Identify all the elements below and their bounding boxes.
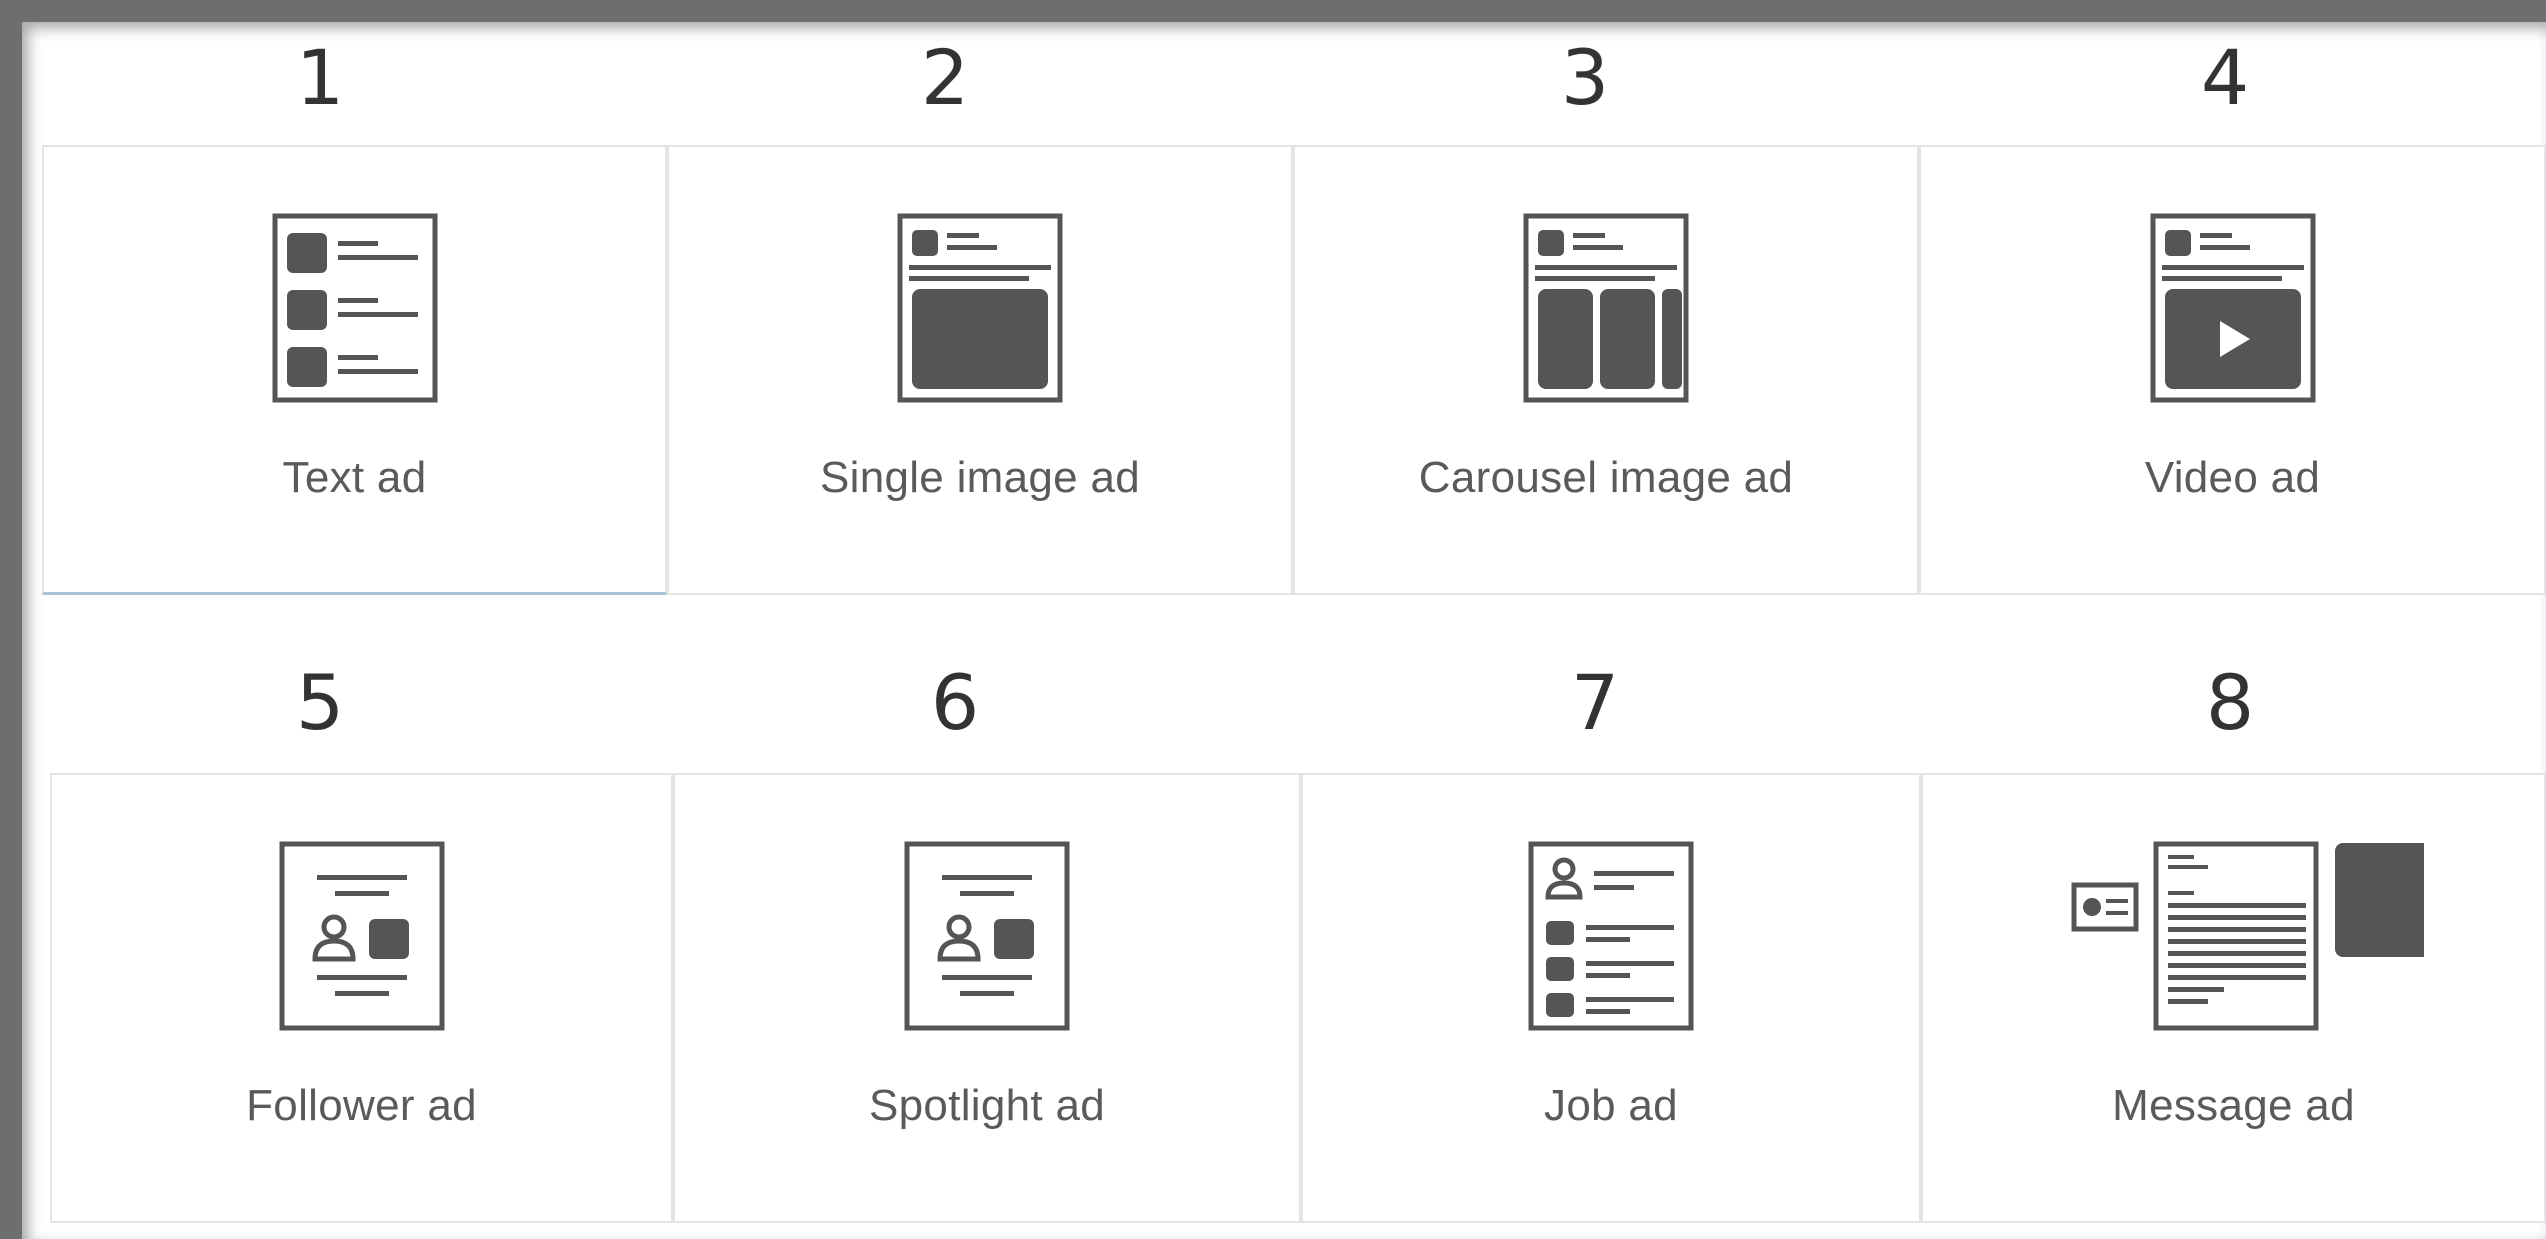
spotlight-ad-label: Spotlight ad <box>869 1081 1105 1130</box>
job-ad-option[interactable]: Job ad <box>1301 773 1921 1223</box>
follower-ad-icon <box>279 841 444 1031</box>
single-image-ad-icon <box>897 213 1063 403</box>
job-ad-icon <box>1528 841 1694 1031</box>
text-ad-label: Text ad <box>282 453 427 502</box>
follower-ad-label: Follower ad <box>246 1081 477 1130</box>
ad-number-5: 5 <box>295 658 345 747</box>
ad-number-4: 4 <box>2200 33 2250 122</box>
ad-number-1: 1 <box>295 33 345 122</box>
message-ad-label: Message ad <box>2112 1081 2355 1130</box>
follower-ad-option[interactable]: Follower ad <box>50 773 673 1223</box>
text-ad-option[interactable]: Text ad <box>42 145 667 595</box>
message-ad-option[interactable]: Message ad <box>1921 773 2546 1223</box>
ad-number-6: 6 <box>930 658 980 747</box>
ad-number-8: 8 <box>2205 658 2255 747</box>
single-image-ad-label: Single image ad <box>819 453 1141 502</box>
spotlight-ad-icon <box>904 841 1070 1031</box>
carousel-image-ad-label: Carousel image ad <box>1418 453 1794 502</box>
single-image-ad-option[interactable]: Single image ad <box>667 145 1293 595</box>
ad-number-2: 2 <box>920 33 970 122</box>
job-ad-label: Job ad <box>1544 1081 1678 1130</box>
ad-number-3: 3 <box>1560 33 1610 122</box>
spotlight-ad-option[interactable]: Spotlight ad <box>673 773 1301 1223</box>
carousel-image-ad-icon <box>1523 213 1689 403</box>
message-ad-icon <box>2071 841 2424 1031</box>
text-ad-icon <box>272 213 437 403</box>
video-ad-icon <box>2150 213 2315 403</box>
video-ad-option[interactable]: Video ad <box>1919 145 2546 595</box>
ad-number-7: 7 <box>1570 658 1620 747</box>
video-ad-label: Video ad <box>2144 453 2321 502</box>
carousel-image-ad-option[interactable]: Carousel image ad <box>1293 145 1919 595</box>
